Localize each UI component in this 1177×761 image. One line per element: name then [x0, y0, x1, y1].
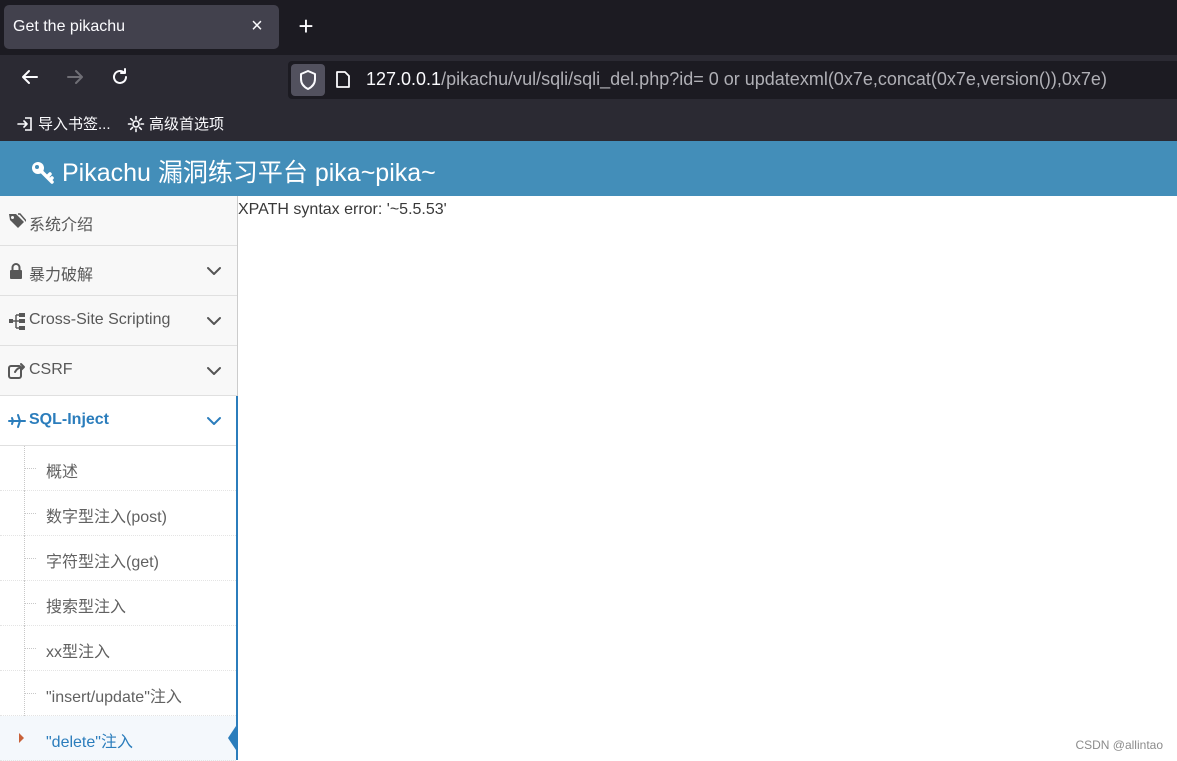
sidebar-subitem-search[interactable]: 搜索型注入: [0, 581, 236, 626]
sidebar-item-brute-force[interactable]: 暴力破解: [0, 246, 237, 296]
bookmark-import[interactable]: 导入书签...: [16, 113, 111, 134]
sidebar-item-label: Cross-Site Scripting: [29, 311, 171, 328]
gear-icon: [127, 115, 145, 133]
key-icon: [32, 162, 54, 184]
close-tab-icon[interactable]: ×: [245, 14, 269, 38]
tab-title: Get the pikachu: [13, 18, 126, 35]
chevron-down-icon: [207, 417, 221, 425]
back-button[interactable]: [17, 67, 43, 93]
sidebar-subitem-numeric-post[interactable]: 数字型注入(post): [0, 491, 236, 536]
navigation-bar: 127.0.0.1/pikachu/vul/sqli/sqli_del.php?…: [0, 55, 1177, 105]
lock-icon: [10, 263, 22, 279]
tree-branch: [24, 648, 36, 649]
bookmarks-bar: 导入书签... 高级首选项: [0, 105, 1177, 141]
sidebar-item-sql-inject[interactable]: SQL-Inject: [0, 396, 237, 446]
tree-branch: [24, 558, 36, 559]
site-title[interactable]: Pikachu 漏洞练习平台 pika~pika~: [30, 153, 436, 189]
error-message: XPATH syntax error: '~5.5.53': [238, 201, 447, 218]
sidebar-item-csrf[interactable]: CSRF: [0, 346, 237, 396]
sidebar-subitem-label: "insert/update"注入: [46, 689, 182, 706]
tree-branch: [24, 513, 36, 514]
site-header: Pikachu 漏洞练习平台 pika~pika~: [0, 141, 1177, 196]
sidebar-subitem-overview[interactable]: 概述: [0, 446, 236, 491]
sidebar-item-label: CSRF: [29, 361, 73, 378]
url-text[interactable]: 127.0.0.1/pikachu/vul/sqli/sqli_del.php?…: [366, 69, 1107, 90]
bookmark-label: 高级首选项: [149, 116, 225, 133]
sidebar-subitem-delete[interactable]: "delete"注入: [0, 716, 238, 761]
sidebar-subitem-label: 概述: [46, 464, 79, 481]
bookmark-advanced-prefs[interactable]: 高级首选项: [127, 113, 224, 134]
tab-strip: Get the pikachu × +: [0, 0, 1177, 55]
shield-icon: [300, 70, 316, 90]
sidebar-subitem-label: 搜索型注入: [46, 599, 127, 616]
url-host: 127.0.0.1: [366, 69, 442, 89]
share-icon: [8, 363, 25, 379]
active-section-bar: [236, 396, 238, 760]
sidebar-item-xss[interactable]: Cross-Site Scripting: [0, 296, 237, 346]
forward-button[interactable]: [62, 67, 88, 93]
site-title-text: Pikachu 漏洞练习平台 pika~pika~: [62, 159, 436, 187]
sidebar-item-label: 系统介绍: [29, 217, 94, 234]
tracking-protection-button[interactable]: [291, 64, 325, 96]
sidebar-subitem-string-get[interactable]: 字符型注入(get): [0, 536, 236, 581]
sidebar-item-label: 暴力破解: [29, 267, 94, 284]
page-icon: [336, 71, 350, 88]
chevron-down-icon: [207, 367, 221, 375]
reload-button[interactable]: [107, 67, 133, 93]
url-path: /pikachu/vul/sqli/sqli_del.php?id= 0 or …: [441, 69, 1107, 89]
import-icon: [17, 117, 32, 131]
address-bar[interactable]: 127.0.0.1/pikachu/vul/sqli/sqli_del.php?…: [288, 61, 1177, 99]
arrow-left-icon: [22, 70, 38, 84]
sidebar-subitem-label: xx型注入: [46, 644, 111, 661]
sidebar-item-intro[interactable]: 系统介绍: [0, 196, 237, 246]
bookmark-label: 导入书签...: [38, 116, 111, 133]
new-tab-button[interactable]: +: [293, 13, 319, 39]
reload-icon: [113, 68, 127, 84]
sidebar-subitem-label: "delete"注入: [46, 734, 133, 751]
sitemap-icon: [9, 313, 25, 330]
sidebar-subitem-label: 字符型注入(get): [46, 554, 159, 571]
sidebar-item-label: SQL-Inject: [29, 411, 110, 428]
watermark: CSDN @allintao: [1075, 738, 1163, 752]
chevron-down-icon: [207, 317, 221, 325]
arrow-right-icon: [67, 70, 83, 84]
caret-right-icon: [19, 733, 24, 743]
tree-branch: [24, 468, 36, 469]
sidebar-subitem-label: 数字型注入(post): [46, 509, 167, 526]
tree-branch: [24, 693, 36, 694]
browser-tab[interactable]: Get the pikachu ×: [4, 5, 279, 49]
tree-branch: [24, 603, 36, 604]
plane-icon: [8, 414, 26, 428]
sidebar: 系统介绍 暴力破解 Cross-Site Scripting CSRF SQL-…: [0, 196, 238, 761]
sidebar-subitem-insert-update[interactable]: "insert/update"注入: [0, 671, 236, 716]
sidebar-subitem-xx[interactable]: xx型注入: [0, 626, 236, 671]
tags-icon: [9, 213, 26, 228]
chevron-down-icon: [207, 267, 221, 275]
